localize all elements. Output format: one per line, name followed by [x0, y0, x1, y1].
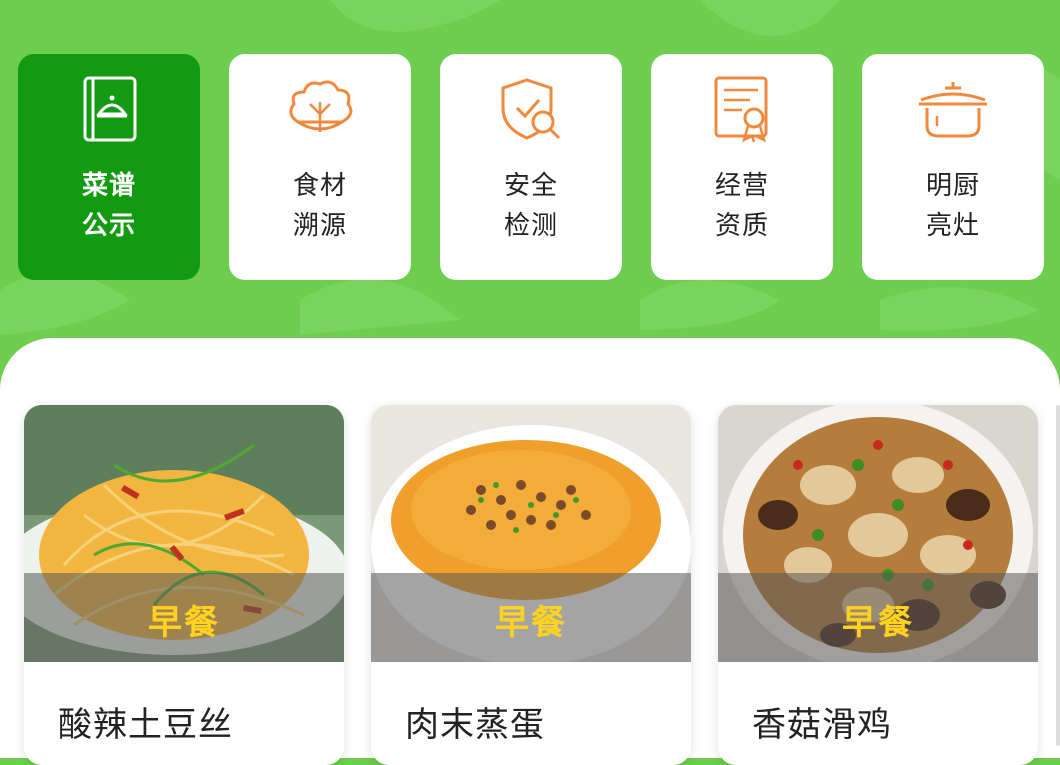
nav-label-line: 资质: [714, 211, 769, 241]
dish-name: 酸辣土豆丝: [58, 705, 233, 745]
dish-card[interactable]: 早餐 香菇滑鸡: [718, 405, 1038, 765]
feature-nav: 菜谱 公示 食材 溯源 安全 检测 经营 资质 明厨 亮灶: [0, 0, 1060, 340]
nav-label-line: 菜谱: [81, 171, 136, 201]
nav-tile-license[interactable]: 经营 资质: [651, 54, 833, 280]
certificate-icon: [714, 76, 768, 143]
dish-meal-tag: 早餐: [842, 603, 914, 643]
shield-search-icon: [501, 78, 561, 140]
nav-tile-recipe[interactable]: 菜谱 公示: [18, 54, 200, 280]
nav-label-line: 检测: [503, 211, 558, 241]
nav-label-line: 安全: [503, 171, 558, 201]
nav-label-line: 公示: [81, 211, 136, 241]
cabbage-icon: [289, 80, 353, 132]
nav-label-recipe: 菜谱 公示: [69, 166, 149, 246]
dish-meal-tag: 早餐: [495, 603, 567, 643]
nav-tile-kitchen[interactable]: 明厨 亮灶: [862, 54, 1044, 280]
recipe-book-icon: [83, 76, 137, 142]
cooking-pot-icon: [919, 82, 987, 138]
nav-label-line: 经营: [714, 171, 769, 201]
nav-label-license: 经营 资质: [702, 166, 782, 246]
dish-name: 香菇滑鸡: [752, 705, 892, 745]
scrollbar[interactable]: [1056, 405, 1060, 746]
nav-label-line: 明厨: [925, 171, 980, 201]
dish-meal-tag: 早餐: [148, 603, 220, 643]
dish-card[interactable]: 早餐 酸辣土豆丝: [24, 405, 344, 765]
nav-label-line: 食材: [292, 171, 347, 201]
nav-label-safety: 安全 检测: [491, 166, 571, 246]
nav-label-line: 溯源: [292, 211, 347, 241]
nav-label-line: 亮灶: [925, 211, 980, 241]
dish-card[interactable]: 早餐 肉末蒸蛋: [371, 405, 691, 765]
nav-tile-safety[interactable]: 安全 检测: [440, 54, 622, 280]
nav-label-ingredients: 食材 溯源: [280, 166, 360, 246]
nav-tile-ingredients[interactable]: 食材 溯源: [229, 54, 411, 280]
nav-label-kitchen: 明厨 亮灶: [913, 166, 993, 246]
dish-name: 肉末蒸蛋: [405, 705, 545, 745]
